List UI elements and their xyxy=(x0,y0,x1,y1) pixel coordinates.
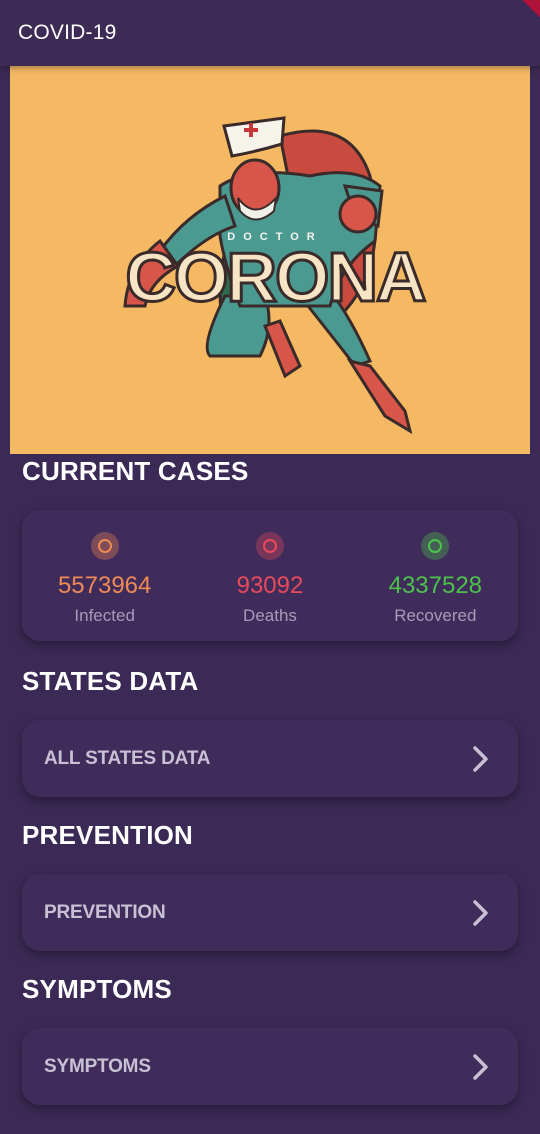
hero-big-text: CORONA xyxy=(125,238,425,316)
recovered-dot-icon xyxy=(421,532,450,560)
app-title: COVID-19 xyxy=(18,21,117,44)
deaths-count: 93092 xyxy=(236,572,304,599)
infected-label: Infected xyxy=(74,606,135,625)
all-states-data-button[interactable]: ALL STATES DATA xyxy=(22,720,518,797)
hero-image: DOCTOR CORONA xyxy=(10,66,530,454)
chevron-right-icon xyxy=(473,899,488,926)
infected-dot-icon xyxy=(90,532,119,560)
chevron-right-icon xyxy=(473,745,488,772)
chevron-right-icon xyxy=(473,1053,488,1080)
current-cases-title: CURRENT CASES xyxy=(22,456,249,486)
doctor-corona-illustration: DOCTOR CORONA xyxy=(123,116,428,435)
states-data-title: STATES DATA xyxy=(22,666,199,696)
recovered-label: Recovered xyxy=(394,606,477,625)
deaths-dot-icon xyxy=(255,532,284,560)
prevention-button[interactable]: PREVENTION xyxy=(22,874,518,951)
deaths-label: Deaths xyxy=(243,606,297,625)
infected-stat: 5573964 Infected xyxy=(22,510,187,641)
prevention-title: PREVENTION xyxy=(22,820,194,850)
prevention-label: PREVENTION xyxy=(44,901,166,923)
app-bar: COVID-19 xyxy=(0,0,540,66)
recovered-count: 4337528 xyxy=(388,572,483,599)
current-cases-card: 5573964 Infected 93092 Deaths 4337528 Re… xyxy=(22,510,518,641)
all-states-data-label: ALL STATES DATA xyxy=(44,747,211,769)
infected-count: 5573964 xyxy=(57,572,152,599)
deaths-stat: 93092 Deaths xyxy=(187,510,352,641)
recovered-stat: 4337528 Recovered xyxy=(353,510,518,641)
symptoms-button[interactable]: SYMPTOMS xyxy=(22,1028,518,1105)
symptoms-title: SYMPTOMS xyxy=(22,974,172,1004)
symptoms-label: SYMPTOMS xyxy=(44,1055,151,1077)
